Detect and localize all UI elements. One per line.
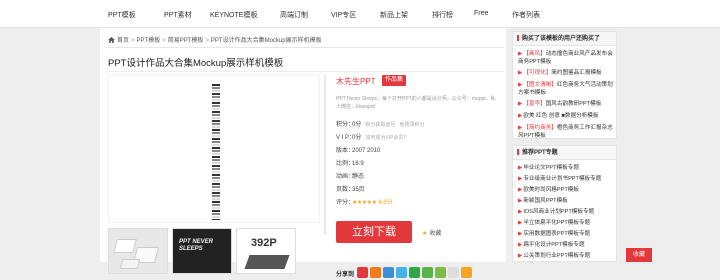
download-button[interactable]: 立刻下载	[336, 221, 412, 243]
animation-row: 动画：静态	[336, 174, 365, 180]
thumbnail-caption: PPT NEVER SLEEPS	[179, 239, 214, 252]
rating-row: 评分：★★★★★ 4.8分	[336, 200, 393, 206]
version-value: 2007 2010	[352, 148, 381, 154]
nav-item-rankings[interactable]: 排行榜	[432, 10, 453, 20]
pages-value: 35页	[352, 187, 365, 193]
vip-value: 0分	[352, 135, 362, 141]
divider	[106, 71, 504, 72]
animation-value: 静态	[352, 174, 365, 180]
qzone-share-icon[interactable]	[370, 267, 382, 278]
top-navigation-bar: PPT模板 PPT素材 KEYNOTE模板 高端订制 VIP专区 新品上架 排行…	[0, 0, 720, 28]
breadcrumb-home[interactable]: 首页	[117, 38, 129, 44]
thumbnail-caption: 392P	[251, 237, 277, 249]
topic-item[interactable]: ▶IOS风商业计划PPT模板专题	[518, 209, 614, 217]
weibo-share-icon[interactable]	[357, 267, 369, 278]
more-share-icon[interactable]	[461, 267, 473, 278]
friends-share-icon[interactable]	[435, 267, 447, 278]
nav-item-author-list[interactable]: 作者列表	[512, 10, 540, 20]
breadcrumb-current: PPT设计作品大合集Mockup展示样机模板	[210, 38, 322, 44]
recommended-topics-box: 推荐PPT专题 ▶毕业论文PPT模板专题 ▶专业级商业计划书PPT模板专题 ▶欧…	[512, 145, 617, 262]
free-points-link[interactable]: 免费领积分	[399, 122, 424, 128]
ratio-row: 比例：16:9	[336, 161, 364, 167]
also-bought-item[interactable]: ▶【可视化】简约图鉴品汇报模板	[518, 70, 614, 78]
wechat-share-icon[interactable]	[422, 267, 434, 278]
preview-slide-strip	[212, 84, 220, 220]
renren-share-icon[interactable]	[396, 267, 408, 278]
also-bought-item[interactable]: ▶【普华】国风古韵教研PPT模板	[518, 101, 614, 109]
author-portfolio-badge[interactable]: 作品集	[382, 75, 407, 86]
breadcrumb-separator: >	[162, 38, 166, 44]
divider	[106, 47, 504, 48]
rating-value: 4.8分	[378, 200, 393, 206]
mockup-device	[244, 255, 290, 269]
nav-item-free[interactable]: Free	[474, 10, 488, 17]
floating-favorite-button[interactable]: 收藏	[626, 248, 652, 262]
author-row: 木先生PPT 作品集	[324, 75, 502, 89]
also-bought-item[interactable]: ▶欧美 红色 创意 ■数据分析模板	[518, 113, 614, 121]
home-icon	[108, 37, 115, 43]
nav-item-custom-orders[interactable]: 高端订制	[280, 10, 308, 20]
mockup-card	[119, 259, 141, 269]
author-description: PPT Never Sleeps，每个打开PPT的人都是设计师。公众号：mupp…	[336, 96, 496, 110]
breadcrumb-separator: >	[131, 38, 135, 44]
also-bought-item[interactable]: ▶【简约商务】橙色商务工作汇报杂志风PPT模板	[518, 125, 614, 140]
nav-item-ppt-templates[interactable]: PPT模板	[108, 10, 136, 20]
recommended-topics-title: 推荐PPT专题	[513, 146, 616, 160]
preview-thumbnail-2[interactable]: PPT NEVER SLEEPS	[172, 228, 232, 274]
also-bought-item[interactable]: ▶【图文清晰】红色商务大气活动策划方案书模板	[518, 82, 614, 97]
nav-item-new-arrivals[interactable]: 新品上架	[380, 10, 408, 20]
pages-row: 页数：35页	[336, 187, 365, 193]
also-bought-item[interactable]: ▶【画风】动态撞色商业风产品发布会商务PPT模板	[518, 51, 614, 66]
also-bought-box: 购买了该模板的用户还购买了 ▶【画风】动态撞色商业风产品发布会商务PPT模板 ▶…	[512, 31, 617, 139]
topic-item[interactable]: ▶扁平化设计PPT模板专题	[518, 242, 614, 250]
preview-thumbnail-3[interactable]: 392P	[236, 228, 296, 274]
also-bought-title: 购买了该模板的用户还购买了	[513, 32, 616, 46]
breadcrumb: 首页 > PPT模板 > 简易PPT模板 > PPT设计作品大合集Mockup展示样机模板	[108, 35, 322, 44]
favorite-button[interactable]: ★ 收藏	[422, 228, 441, 237]
topic-item[interactable]: ▶新颖国风PPT模板	[518, 198, 614, 206]
tencent-weibo-share-icon[interactable]	[383, 267, 395, 278]
preview-thumbnail-1[interactable]	[108, 228, 168, 274]
points-value: 0分	[352, 122, 362, 128]
star-icon: ★	[422, 231, 428, 237]
page-title: PPT设计作品大合集Mockup展示样机模板	[108, 58, 284, 69]
main-content-panel: 首页 > PPT模板 > 简易PPT模板 > PPT设计作品大合集Mockup展示样机模板 …	[100, 28, 506, 278]
douban-share-icon[interactable]	[409, 267, 421, 278]
nav-item-vip-zone[interactable]: VIP专区	[331, 10, 356, 20]
mockup-card	[113, 239, 137, 253]
template-preview-image[interactable]	[108, 75, 320, 223]
breadcrumb-separator: >	[205, 38, 209, 44]
nav-item-keynote-templates[interactable]: KEYNOTE模板	[210, 10, 257, 20]
info-divider	[324, 75, 326, 235]
points-row: 积分：0分 积分获取途径 免费领积分	[336, 122, 425, 128]
vip-row: V I P：0分 如何成为VIP会员？	[336, 135, 409, 141]
version-row: 版本：2007 2010	[336, 148, 381, 154]
copy-link-share-icon[interactable]	[448, 267, 460, 278]
ratio-value: 16:9	[352, 161, 364, 167]
share-bar: 分享到	[336, 267, 474, 280]
breadcrumb-simple-templates[interactable]: 简易PPT模板	[168, 38, 204, 44]
favorite-label: 收藏	[429, 231, 442, 237]
topic-item[interactable]: ▶欧美时尚风格PPT模板	[518, 187, 614, 195]
nav-item-ppt-assets[interactable]: PPT素材	[164, 10, 192, 20]
breadcrumb-ppt-templates[interactable]: PPT模板	[137, 38, 161, 44]
topic-item[interactable]: ▶毕业论文PPT模板专题	[518, 165, 614, 173]
topic-item[interactable]: ▶公关策划行业PPT模板专题	[518, 253, 614, 261]
become-vip-link[interactable]: 如何成为VIP会员？	[365, 135, 408, 141]
rating-stars: ★★★★★	[352, 200, 377, 206]
topic-item[interactable]: ▶半立体扁平化PPT模板专题	[518, 220, 614, 228]
points-guide-link[interactable]: 积分获取途径	[365, 122, 395, 128]
author-name[interactable]: 木先生PPT	[336, 76, 376, 87]
share-label: 分享到	[336, 272, 355, 278]
topic-item[interactable]: ▶实用数据图表PPT模板专题	[518, 231, 614, 239]
topic-item[interactable]: ▶专业级商业计划书PPT模板专题	[518, 176, 614, 184]
